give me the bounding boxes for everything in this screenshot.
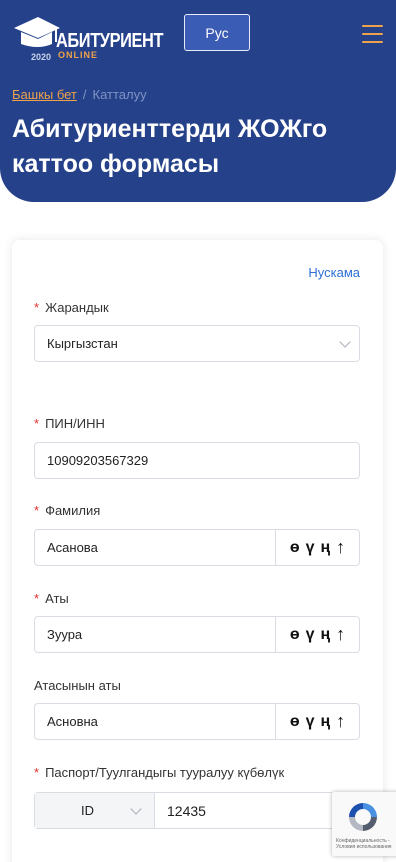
first-name-field: Зуура ө ү ң ↑ xyxy=(34,616,360,653)
citizenship-select[interactable]: Кыргызстан xyxy=(34,325,360,362)
logo-year: 2020 xyxy=(31,52,52,62)
document-number-value: 12435 xyxy=(167,802,206,819)
pin-input[interactable]: 10909203567329 xyxy=(34,442,360,479)
document-field: ID 12435 xyxy=(34,792,360,829)
arrow-up-icon[interactable]: ↑ xyxy=(336,711,345,732)
pin-label-text: ПИН/ИНН xyxy=(45,416,105,431)
kyrgyz-keyboard: ө ү ң ↑ xyxy=(275,704,359,739)
logo[interactable]: 2020 АБИТУРИЕНТ ONLINE xyxy=(12,14,163,62)
hamburger-menu-icon[interactable] xyxy=(362,24,383,44)
required-mark: * xyxy=(34,765,40,780)
letter-u-button[interactable]: ү xyxy=(306,713,315,731)
header: 2020 АБИТУРИЕНТ ONLINE Рус Башкы бет / К… xyxy=(0,0,396,202)
pin-value: 10909203567329 xyxy=(47,453,149,468)
pin-label: * ПИН/ИНН xyxy=(34,416,105,431)
kyrgyz-keyboard: ө ү ң ↑ xyxy=(275,617,359,652)
language-button[interactable]: Рус xyxy=(184,14,250,51)
breadcrumb-separator: / xyxy=(82,87,87,102)
patronymic-value: Асновна xyxy=(47,714,98,729)
letter-ng-button[interactable]: ң xyxy=(321,539,331,557)
document-label-text: Паспорт/Туулгандыгы тууралуу күбөлүк xyxy=(45,765,285,780)
first-name-label: * Аты xyxy=(34,591,69,606)
breadcrumb-home-link[interactable]: Башкы бет xyxy=(12,87,77,102)
recaptcha-terms-text: Условия использования xyxy=(336,844,392,850)
page-title: Абитуриенттерди ЖОЖго каттоо формасы xyxy=(12,115,328,178)
required-mark: * xyxy=(34,591,40,606)
letter-ng-button[interactable]: ң xyxy=(321,713,331,731)
surname-value: Асанова xyxy=(47,540,98,555)
recaptcha-badge[interactable]: Конфиденциальность - Условия использован… xyxy=(332,792,396,856)
surname-label-text: Фамилия xyxy=(45,503,101,518)
sample-instructions-link[interactable]: Нускама xyxy=(300,265,360,280)
required-mark: * xyxy=(34,503,40,518)
first-name-input[interactable]: Зуура xyxy=(35,617,275,652)
breadcrumb: Башкы бет / Катталуу xyxy=(12,87,147,102)
patronymic-label-text: Атасынын аты xyxy=(34,678,121,693)
recaptcha-icon xyxy=(349,803,377,831)
letter-u-button[interactable]: ү xyxy=(306,626,315,644)
surname-field: Асанова ө ү ң ↑ xyxy=(34,529,360,566)
first-name-value: Зуура xyxy=(47,627,83,642)
logo-subtitle: ONLINE xyxy=(58,50,99,60)
letter-ng-button[interactable]: ң xyxy=(321,626,331,644)
breadcrumb-current: Катталуу xyxy=(92,87,147,102)
patronymic-label: Атасынын аты xyxy=(34,678,121,693)
arrow-up-icon[interactable]: ↑ xyxy=(336,624,345,645)
citizenship-label-text: Жарандык xyxy=(45,300,109,315)
document-type-select[interactable]: ID xyxy=(35,793,155,828)
required-mark: * xyxy=(34,300,40,315)
surname-input[interactable]: Асанова xyxy=(35,530,275,565)
citizenship-value: Кыргызстан xyxy=(47,336,118,351)
letter-o-button[interactable]: ө xyxy=(290,626,300,644)
letter-u-button[interactable]: ү xyxy=(306,539,315,557)
chevron-down-icon xyxy=(339,335,351,348)
first-name-label-text: Аты xyxy=(45,591,69,606)
surname-label: * Фамилия xyxy=(34,503,100,518)
document-type-value: ID xyxy=(81,803,94,818)
chevron-down-icon xyxy=(130,802,142,815)
required-mark: * xyxy=(34,416,40,431)
document-number-input[interactable]: 12435 xyxy=(155,803,206,819)
arrow-up-icon[interactable]: ↑ xyxy=(336,537,345,558)
citizenship-label: * Жарандык xyxy=(34,300,109,315)
recaptcha-terms: Конфиденциальность - Условия использован… xyxy=(336,838,392,850)
letter-o-button[interactable]: ө xyxy=(290,713,300,731)
letter-o-button[interactable]: ө xyxy=(290,539,300,557)
patronymic-field: Асновна ө ү ң ↑ xyxy=(34,703,360,740)
document-label: * Паспорт/Туулгандыгы тууралуу күбөлүк xyxy=(34,765,284,780)
patronymic-input[interactable]: Асновна xyxy=(35,704,275,739)
kyrgyz-keyboard: ө ү ң ↑ xyxy=(275,530,359,565)
graduation-cap-icon xyxy=(14,17,60,47)
